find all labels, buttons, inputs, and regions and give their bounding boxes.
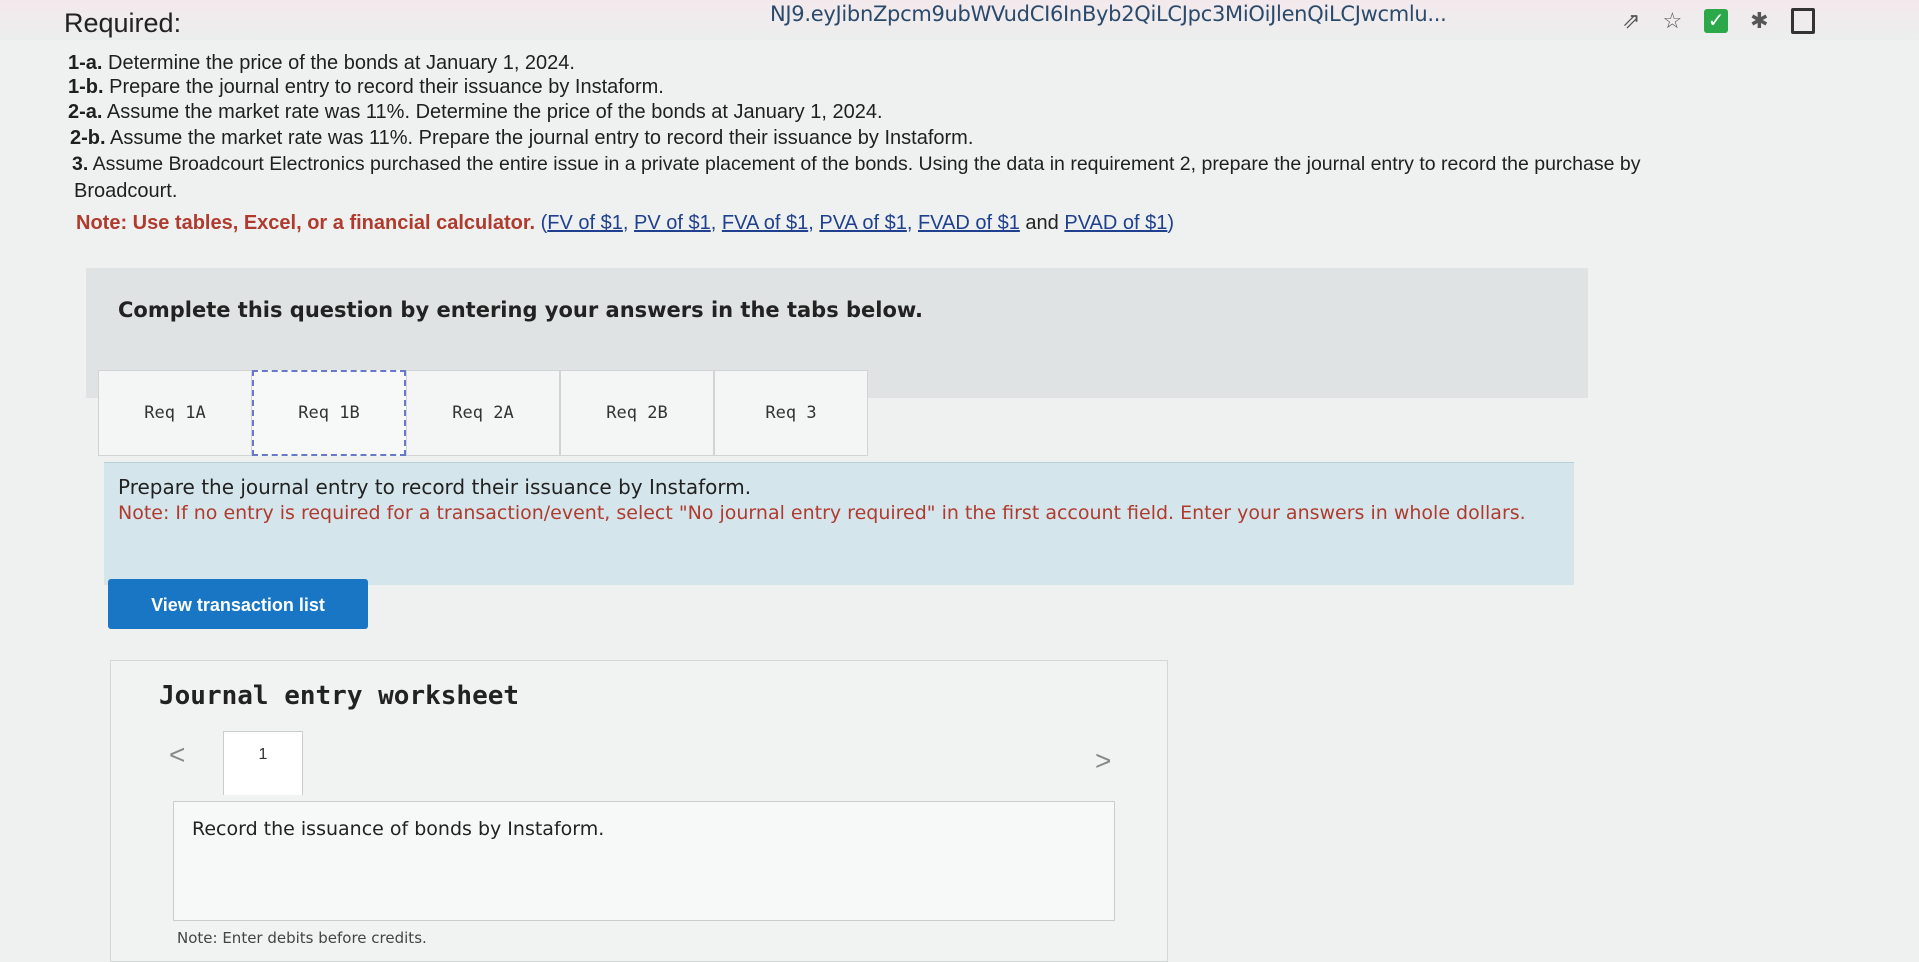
- tables-note-label: Note: Use tables, Excel, or a financial …: [76, 212, 536, 234]
- link-fvad-of-1[interactable]: FVAD of $1: [918, 212, 1020, 234]
- check-extension-icon[interactable]: ✓: [1704, 9, 1729, 33]
- tab-req-2a[interactable]: Req 2A: [406, 370, 560, 456]
- requirement-text: Assume the market rate was 11%. Determin…: [102, 101, 883, 123]
- address-bar-url[interactable]: NJ9.eyJibnZpcm9ubWVudCI6InByb2QiLCJpc3Mi…: [770, 2, 1447, 26]
- tab-req-1a[interactable]: Req 1A: [98, 370, 252, 456]
- requirement-label: 2-a.: [68, 101, 103, 123]
- worksheet-description: Record the issuance of bonds by Instafor…: [192, 818, 605, 840]
- requirement-label: 1-b.: [68, 76, 104, 98]
- link-separator: ,: [622, 212, 635, 234]
- link-pva-of-1[interactable]: PVA of $1: [819, 212, 906, 234]
- requirement-3: 3. Assume Broadcourt Electronics purchas…: [72, 153, 1640, 176]
- link-separator: ,: [906, 212, 918, 234]
- worksheet-entry-tab-1[interactable]: 1: [223, 731, 303, 795]
- requirement-text: Prepare the journal entry to record thei…: [103, 76, 664, 98]
- tab-req-2b[interactable]: Req 2B: [560, 370, 714, 456]
- requirement-label: 3.: [72, 153, 89, 175]
- browser-icons: ⇗ ☆ ✓ ✱: [1622, 8, 1815, 34]
- requirement-1a: 1-a. Determine the price of the bonds at…: [68, 52, 575, 75]
- tables-note: Note: Use tables, Excel, or a financial …: [76, 212, 1174, 235]
- requirement-1b: 1-b. Prepare the journal entry to record…: [68, 76, 664, 99]
- worksheet-note: Note: Enter debits before credits.: [177, 929, 427, 947]
- requirement-label: 1-a.: [68, 52, 103, 74]
- link-separator: ,: [710, 212, 722, 234]
- required-heading: Required:: [64, 8, 182, 38]
- requirement-text: Assume the market rate was 11%. Prepare …: [105, 127, 974, 149]
- requirement-2b: 2-b. Assume the market rate was 11%. Pre…: [70, 127, 973, 150]
- chevron-left-icon[interactable]: <: [169, 739, 185, 771]
- puzzle-icon[interactable]: ✱: [1750, 10, 1768, 32]
- star-icon[interactable]: ☆: [1662, 10, 1682, 32]
- instructions-panel: Prepare the journal entry to record thei…: [104, 462, 1574, 585]
- requirement-text: Assume Broadcourt Electronics purchased …: [88, 153, 1641, 175]
- link-pvad-of-1[interactable]: PVAD of $1: [1064, 212, 1167, 234]
- view-transaction-list-button[interactable]: View transaction list: [108, 579, 368, 629]
- tab-req-3[interactable]: Req 3: [714, 370, 868, 456]
- instruction-note: Note: If no entry is required for a tran…: [118, 502, 1526, 524]
- share-icon[interactable]: ⇗: [1622, 10, 1640, 32]
- table-links: (FV of $1, PV of $1, FVA of $1, PVA of $…: [540, 212, 1175, 234]
- link-fv-of-1[interactable]: FV of $1: [547, 212, 623, 234]
- requirement-tabs: Req 1A Req 1B Req 2A Req 2B Req 3: [98, 370, 868, 462]
- complete-question-text: Complete this question by entering your …: [118, 298, 923, 322]
- requirement-label: 2-b.: [70, 127, 106, 149]
- link-and: and: [1019, 212, 1065, 234]
- worksheet-title: Journal entry worksheet: [159, 681, 520, 711]
- tab-req-1b[interactable]: Req 1B: [252, 370, 406, 456]
- browser-bar: NJ9.eyJibnZpcm9ubWVudCI6InByb2QiLCJpc3Mi…: [0, 0, 1919, 40]
- chevron-right-icon[interactable]: >: [1095, 745, 1111, 777]
- link-pv-of-1[interactable]: PV of $1: [634, 212, 711, 234]
- link-separator: ,: [808, 212, 820, 234]
- worksheet-description-box: Record the issuance of bonds by Instafor…: [173, 801, 1115, 921]
- requirement-text: Determine the price of the bonds at Janu…: [102, 52, 575, 74]
- requirement-3-continuation: Broadcourt.: [74, 180, 178, 202]
- requirement-2a: 2-a. Assume the market rate was 11%. Det…: [68, 101, 883, 124]
- link-fva-of-1[interactable]: FVA of $1: [722, 212, 808, 234]
- journal-entry-worksheet: Journal entry worksheet < 1 > Record the…: [110, 660, 1168, 962]
- instruction-text: Prepare the journal entry to record thei…: [118, 475, 752, 499]
- square-icon[interactable]: [1790, 8, 1815, 34]
